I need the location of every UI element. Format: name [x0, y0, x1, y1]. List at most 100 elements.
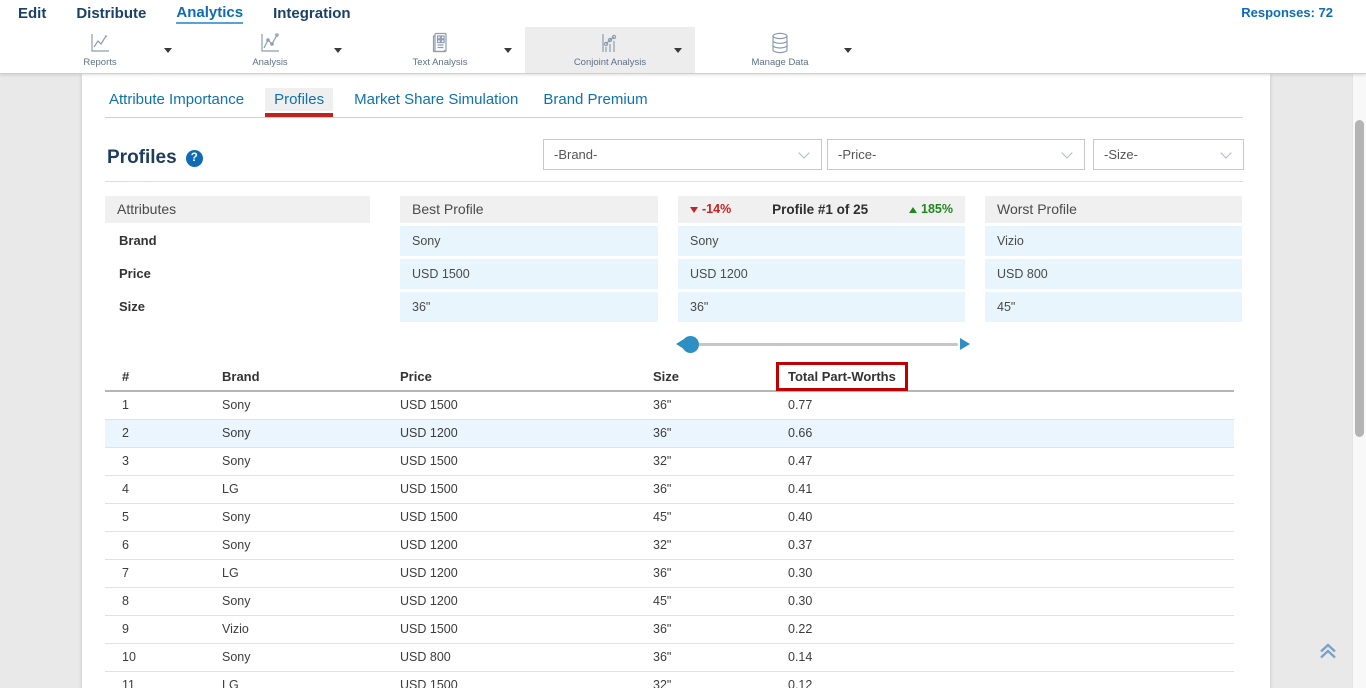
slider-track[interactable]: [682, 343, 958, 346]
cell-size: 36": [653, 420, 788, 447]
nav-item-edit[interactable]: Edit: [18, 5, 46, 23]
dropdown-caret-icon[interactable]: [504, 48, 512, 53]
toolbar-item-label: Text Analysis: [355, 57, 525, 68]
cell-brand: LG: [222, 672, 400, 688]
tab-brand-premium[interactable]: Brand Premium: [539, 91, 651, 117]
table-header-row: # Brand Price Size Total Part-Worths: [105, 362, 1234, 392]
reports-chart-icon: [88, 31, 112, 55]
dropdown-caret-icon[interactable]: [164, 48, 172, 53]
annotation-red-box: Total Part-Worths: [776, 362, 908, 391]
scrollbar-thumb[interactable]: [1355, 120, 1364, 437]
cell-total-part-worths: 0.14: [788, 644, 1234, 671]
cell-total-part-worths: 0.37: [788, 532, 1234, 559]
cell-brand: Sony: [222, 504, 400, 531]
best-profile-size: 36": [400, 292, 658, 322]
nav-item-distribute[interactable]: Distribute: [76, 5, 146, 23]
toolbar-item-reports[interactable]: Reports: [15, 27, 185, 73]
attributes-panel-header: Attributes: [105, 196, 370, 223]
table-row[interactable]: 3SonyUSD 150032"0.47: [105, 448, 1234, 476]
cell-total-part-worths: 0.77: [788, 392, 1234, 419]
cell-total-part-worths: 0.30: [788, 588, 1234, 615]
toolbar-item-analysis[interactable]: Analysis: [185, 27, 355, 73]
page-background: Attribute Importance Profiles Market Sha…: [0, 74, 1366, 688]
conjoint-analysis-icon: [598, 31, 622, 55]
text-analysis-icon: [428, 31, 452, 55]
help-icon[interactable]: ?: [186, 150, 203, 167]
dropdown-caret-icon[interactable]: [334, 48, 342, 53]
col-header-rank: #: [122, 362, 222, 392]
best-profile-price: USD 1500: [400, 259, 658, 289]
cell-rank: 11: [122, 672, 222, 688]
cell-size: 36": [653, 644, 788, 671]
cell-rank: 4: [122, 476, 222, 503]
table-row[interactable]: 2SonyUSD 120036"0.66: [105, 420, 1234, 448]
table-row[interactable]: 11LGUSD 150032"0.12: [105, 672, 1234, 688]
cell-size: 32": [653, 672, 788, 688]
cell-brand: Sony: [222, 448, 400, 475]
dropdown-caret-icon[interactable]: [844, 48, 852, 53]
nav-item-integration[interactable]: Integration: [273, 5, 351, 23]
worst-profile-size: 45": [985, 292, 1242, 322]
page-title: Profiles: [107, 147, 177, 169]
tab-attribute-importance[interactable]: Attribute Importance: [105, 91, 248, 117]
vertical-scrollbar[interactable]: [1352, 74, 1366, 688]
table-row[interactable]: 7LGUSD 120036"0.30: [105, 560, 1234, 588]
table-row[interactable]: 9VizioUSD 150036"0.22: [105, 616, 1234, 644]
cell-size: 32": [653, 448, 788, 475]
cell-total-part-worths: 0.40: [788, 504, 1234, 531]
slider-right-arrow-icon[interactable]: [960, 338, 970, 350]
nav-item-analytics[interactable]: Analytics: [176, 4, 243, 24]
cell-brand: Sony: [222, 644, 400, 671]
double-chevron-up-icon: [1316, 638, 1340, 662]
analysis-chart-icon: [258, 31, 282, 55]
cell-brand: Sony: [222, 392, 400, 419]
cell-rank: 3: [122, 448, 222, 475]
slider-handle[interactable]: [682, 336, 699, 353]
price-filter-dropdown[interactable]: -Price-: [827, 139, 1085, 170]
current-profile-header: -14% Profile #1 of 25 185%: [678, 196, 965, 223]
attributes-panel: Attributes Brand Price Size: [105, 196, 370, 322]
table-row[interactable]: 1SonyUSD 150036"0.77: [105, 392, 1234, 420]
brand-filter-dropdown[interactable]: -Brand-: [543, 139, 822, 170]
toolbar-item-label: Conjoint Analysis: [525, 57, 695, 68]
cell-rank: 7: [122, 560, 222, 587]
toolbar-item-manage-data[interactable]: Manage Data: [695, 27, 865, 73]
toolbar-item-text-analysis[interactable]: Text Analysis: [355, 27, 525, 73]
chevron-down-icon: [1061, 147, 1072, 158]
attribute-label: Brand: [105, 226, 370, 256]
cell-size: 32": [653, 532, 788, 559]
cell-price: USD 1200: [400, 420, 653, 447]
table-row[interactable]: 5SonyUSD 150045"0.40: [105, 504, 1234, 532]
table-row[interactable]: 6SonyUSD 120032"0.37: [105, 532, 1234, 560]
col-header-price: Price: [400, 362, 653, 392]
size-filter-dropdown[interactable]: -Size-: [1093, 139, 1244, 170]
tab-profiles[interactable]: Profiles: [265, 91, 333, 117]
attribute-label: Size: [105, 292, 370, 322]
cell-brand: Vizio: [222, 616, 400, 643]
col-header-total-part-worths: Total Part-Worths: [788, 362, 1234, 392]
cell-price: USD 1500: [400, 616, 653, 643]
table-row[interactable]: 10SonyUSD 80036"0.14: [105, 644, 1234, 672]
toolbar-item-label: Manage Data: [695, 57, 865, 68]
cell-rank: 1: [122, 392, 222, 419]
current-profile-price: USD 1200: [678, 259, 965, 289]
tab-market-share-simulation[interactable]: Market Share Simulation: [350, 91, 522, 117]
analytics-toolbar: Reports Analysis Text Analysis Conjoint …: [0, 27, 1366, 74]
cell-rank: 10: [122, 644, 222, 671]
worst-profile-price: USD 800: [985, 259, 1242, 289]
cell-price: USD 1500: [400, 448, 653, 475]
table-body: 1SonyUSD 150036"0.772SonyUSD 120036"0.66…: [105, 392, 1234, 688]
cell-price: USD 800: [400, 644, 653, 671]
scroll-to-top-button[interactable]: [1316, 638, 1340, 662]
responses-count[interactable]: Responses: 72: [1241, 5, 1333, 20]
cell-total-part-worths: 0.47: [788, 448, 1234, 475]
table-row[interactable]: 4LGUSD 150036"0.41: [105, 476, 1234, 504]
dropdown-caret-icon[interactable]: [674, 48, 682, 53]
cell-brand: Sony: [222, 532, 400, 559]
cell-total-part-worths: 0.66: [788, 420, 1234, 447]
profiles-table: # Brand Price Size Total Part-Worths 1So…: [105, 362, 1234, 688]
table-row[interactable]: 8SonyUSD 120045"0.30: [105, 588, 1234, 616]
cell-price: USD 1200: [400, 532, 653, 559]
triangle-down-icon: [690, 207, 698, 213]
toolbar-item-conjoint-analysis[interactable]: Conjoint Analysis: [525, 27, 695, 73]
